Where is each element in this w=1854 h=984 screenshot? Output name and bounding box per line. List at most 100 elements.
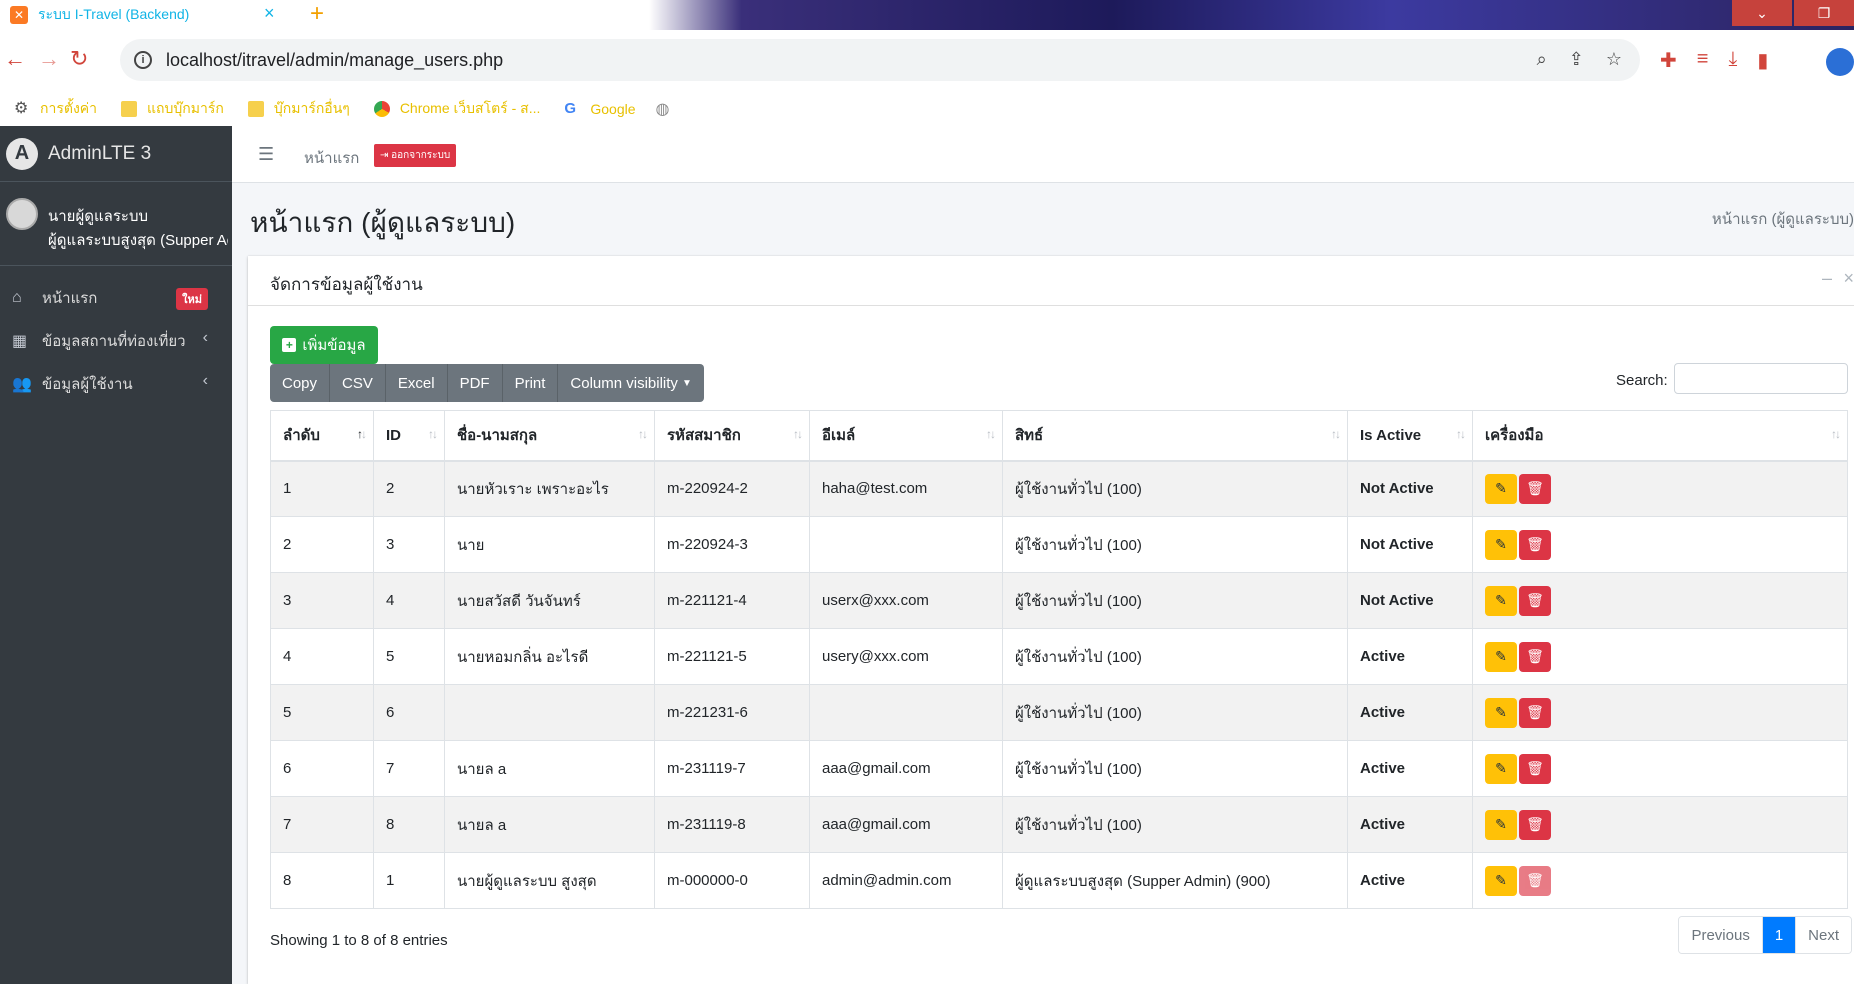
bookmark-folder-bar[interactable]: แถบบุ๊กมาร์ก xyxy=(121,98,224,120)
restore-icon[interactable]: ❐ xyxy=(1794,0,1854,26)
back-icon[interactable]: ← xyxy=(4,46,26,72)
sidebar-item-places[interactable]: ▦ ข้อมูลสถานที่ท่องเที่ยว ‹ xyxy=(0,319,232,362)
trash-icon[interactable]: 🗑 xyxy=(1519,641,1551,672)
bookmark-webstore[interactable]: Chrome เว็บสโตร์ - ส... xyxy=(373,98,540,120)
new-tab-icon[interactable]: + xyxy=(310,0,324,28)
card-header: จัดการข้อมูลผู้ใช้งาน – × xyxy=(248,256,1854,306)
users-table: ลำดับ ↑↓ ID ↑↓ ชื่อ-นามสกุล ↑↓ รหัสสมาชิก ↑↓… xyxy=(270,410,1848,909)
print-button[interactable]: Print xyxy=(503,364,559,402)
folder-icon xyxy=(247,101,264,117)
zoom-icon[interactable]: ⌕ xyxy=(1537,49,1547,70)
chevron-left-icon: ‹ xyxy=(202,329,208,346)
column-header-label: ID xyxy=(386,426,401,444)
excel-button[interactable]: Excel xyxy=(386,364,448,402)
column-header[interactable]: Is Active ↑↓ xyxy=(1347,410,1473,462)
previous-button[interactable]: Previous xyxy=(1679,917,1763,953)
edit-icon[interactable]: ✎ xyxy=(1485,809,1517,840)
bookmark-star-icon[interactable]: ☆ xyxy=(1606,49,1622,70)
column-header[interactable]: รหัสสมาชิก ↑↓ xyxy=(654,410,810,462)
column-header[interactable]: ลำดับ ↑↓ xyxy=(270,410,374,462)
sidebar-item-home[interactable]: ⌂ หน้าแรก ใหม่ xyxy=(0,276,232,319)
bookmark-settings[interactable]: ⚙ การตั้งค่า xyxy=(14,98,97,120)
edit-icon[interactable]: ✎ xyxy=(1485,753,1517,784)
cell-email: admin@admin.com xyxy=(809,852,1003,909)
cell-role: ผู้ใช้งานทั่วไป (100) xyxy=(1002,460,1348,517)
column-header-label: ลำดับ xyxy=(283,427,320,445)
tab-close-icon[interactable]: × xyxy=(264,3,275,24)
sidebar-item-users[interactable]: 👥 ข้อมูลผู้ใช้งาน ‹ xyxy=(0,362,232,405)
edit-icon[interactable]: ✎ xyxy=(1485,697,1517,728)
edit-icon[interactable]: ✎ xyxy=(1485,865,1517,896)
cell-actions: ✎ 🗑 xyxy=(1472,684,1848,741)
trash-icon[interactable]: 🗑 xyxy=(1519,473,1551,504)
minimize-icon[interactable]: ⌄ xyxy=(1732,0,1792,26)
next-button[interactable]: Next xyxy=(1796,917,1851,953)
cell-status: Not Active xyxy=(1347,572,1473,629)
trash-icon[interactable]: 🗑 xyxy=(1519,529,1551,560)
column-header[interactable]: ชื่อ-นามสกุล ↑↓ xyxy=(444,410,655,462)
trash-icon[interactable]: 🗑 xyxy=(1519,753,1551,784)
sort-icon: ↑↓ xyxy=(986,427,996,441)
profile-avatar[interactable] xyxy=(1826,48,1854,76)
side-panel-icon[interactable]: ▮ xyxy=(1757,48,1768,73)
trash-icon: 🗑 xyxy=(1519,865,1551,896)
column-visibility-button[interactable]: Column visibility ▼ xyxy=(558,364,703,402)
bookmark-folder-other[interactable]: บุ๊กมาร์กอื่นๆ xyxy=(247,98,350,120)
brand-link[interactable]: A AdminLTE 3 xyxy=(0,126,232,182)
url-text[interactable]: localhost/itravel/admin/manage_users.php xyxy=(166,50,503,71)
forward-icon[interactable]: → xyxy=(38,46,60,72)
edit-icon[interactable]: ✎ xyxy=(1485,529,1517,560)
cell-order: 4 xyxy=(270,628,374,685)
trash-icon[interactable]: 🗑 xyxy=(1519,585,1551,616)
user-name[interactable]: นายผู้ดูแลระบบ xyxy=(48,204,148,228)
sidebar-menu: ⌂ หน้าแรก ใหม่ ▦ ข้อมูลสถานที่ท่องเที่ยว… xyxy=(0,266,232,405)
table-row: 1 2 นายหัวเราะ เพราะอะไร m-220924-2 haha… xyxy=(270,460,1848,517)
edit-icon[interactable]: ✎ xyxy=(1485,585,1517,616)
column-header[interactable]: สิทธ์ ↑↓ xyxy=(1002,410,1348,462)
add-user-label: เพิ่มข้อมูล xyxy=(302,337,366,354)
cell-name: นายสวัสดี วันจันทร์ xyxy=(444,572,655,629)
breadcrumb[interactable]: หน้าแรก (ผู้ดูแลระบบ) xyxy=(1712,207,1854,231)
omnibox[interactable]: i localhost/itravel/admin/manage_users.p… xyxy=(120,39,1640,81)
trash-icon[interactable]: 🗑 xyxy=(1519,697,1551,728)
search-input[interactable] xyxy=(1674,363,1848,394)
edit-icon[interactable]: ✎ xyxy=(1485,641,1517,672)
window-controls: ⌄ ❐ xyxy=(1730,0,1854,26)
edit-icon[interactable]: ✎ xyxy=(1485,473,1517,504)
hamburger-icon[interactable]: ☰ xyxy=(258,144,274,165)
page-1-button[interactable]: 1 xyxy=(1762,917,1797,953)
copy-button[interactable]: Copy xyxy=(270,364,331,402)
column-header-label: อีเมล์ xyxy=(822,427,856,445)
cell-member-code: m-220924-2 xyxy=(654,460,810,517)
add-user-button[interactable]: + เพิ่มข้อมูล xyxy=(270,326,378,364)
bookmark-google[interactable]: G Google xyxy=(564,101,635,118)
cell-order: 6 xyxy=(270,740,374,797)
logout-button[interactable]: ⇥ ออกจากระบบ xyxy=(374,144,457,167)
globe-icon[interactable]: ◍ xyxy=(656,99,670,119)
column-header[interactable]: เครื่องมือ ↑↓ xyxy=(1472,410,1848,462)
bookmark-label: บุ๊กมาร์กอื่นๆ xyxy=(273,100,350,116)
download-icon[interactable]: ⤓ xyxy=(1728,48,1737,73)
close-icon[interactable]: × xyxy=(1843,268,1854,289)
search-label: Search: xyxy=(1616,372,1668,389)
column-header[interactable]: ID ↑↓ xyxy=(373,410,445,462)
nav-home-link[interactable]: หน้าแรก xyxy=(304,146,359,170)
cell-actions: ✎ 🗑 xyxy=(1472,796,1848,853)
browser-tab[interactable]: ✕ ระบบ I-Travel (Backend) × xyxy=(0,0,292,30)
pdf-button[interactable]: PDF xyxy=(448,364,503,402)
sort-icon: ↑↓ xyxy=(1456,427,1466,441)
card-title: จัดการข้อมูลผู้ใช้งาน xyxy=(270,275,423,294)
column-header[interactable]: อีเมล์ ↑↓ xyxy=(809,410,1003,462)
reading-list-icon[interactable]: ≡ xyxy=(1697,48,1709,73)
site-info-icon[interactable]: i xyxy=(134,51,152,69)
user-panel: นายผู้ดูแลระบบ ผู้ดูแลระบบสูงสุด (Supper… xyxy=(0,182,232,266)
share-icon[interactable]: ⇪ xyxy=(1569,49,1584,70)
sort-icon: ↑↓ xyxy=(357,427,367,441)
csv-button[interactable]: CSV xyxy=(330,364,386,402)
cell-actions: ✎ 🗑 xyxy=(1472,852,1848,909)
collapse-icon[interactable]: – xyxy=(1822,268,1832,289)
trash-icon[interactable]: 🗑 xyxy=(1519,809,1551,840)
extensions-icon[interactable]: ✚ xyxy=(1660,48,1677,73)
reload-icon[interactable]: ↻ xyxy=(70,46,88,72)
cell-email: aaa@gmail.com xyxy=(809,740,1003,797)
